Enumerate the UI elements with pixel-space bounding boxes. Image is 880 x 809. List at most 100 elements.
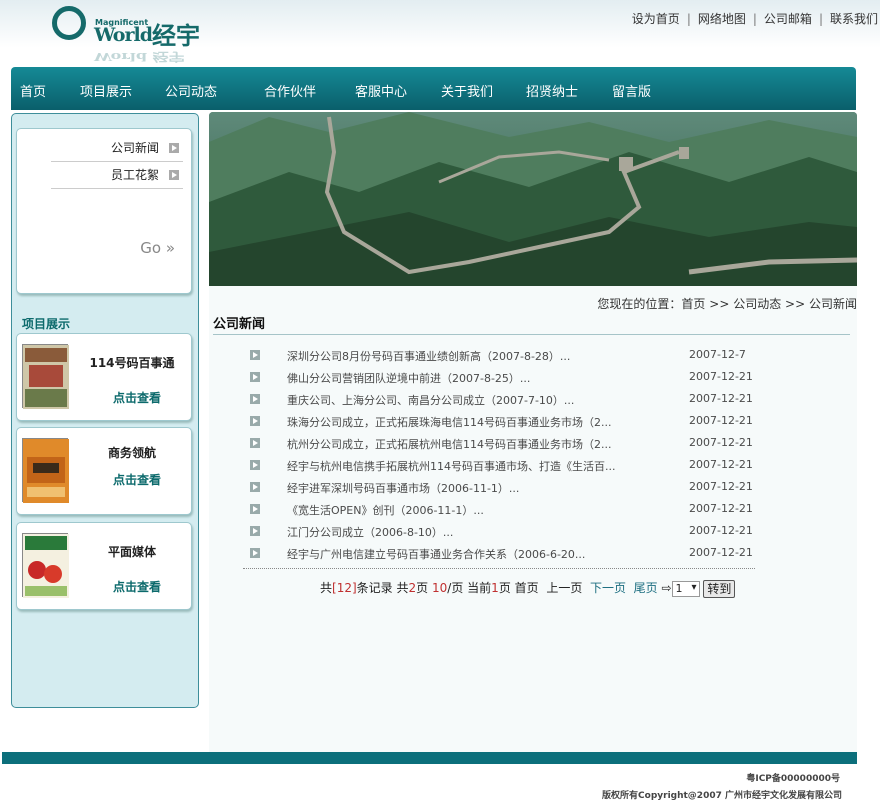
pager-text: 共 bbox=[396, 581, 409, 595]
arrow-right-icon bbox=[250, 350, 260, 360]
logo[interactable]: Magnificent World 经宇 World 经宇 bbox=[48, 4, 208, 66]
toplink-separator: | bbox=[818, 12, 823, 26]
news-date: 2007-12-7 bbox=[689, 348, 746, 361]
nav-partners[interactable]: 合作伙伴 bbox=[264, 81, 316, 100]
main-nav: 首页 项目展示 公司动态 合作伙伴 客服中心 关于我们 招贤纳士 留言版 bbox=[11, 67, 856, 110]
arrow-right-icon bbox=[250, 526, 260, 536]
news-title-link[interactable]: 珠海分公司成立，正式拓展珠海电信114号码百事通业务市场（2... bbox=[287, 414, 611, 430]
news-item[interactable]: 深圳分公司8月份号码百事通业绩创新高（2007-8-28）... 2007-12-… bbox=[250, 345, 750, 367]
project-thumbnail[interactable] bbox=[22, 533, 69, 598]
news-item[interactable]: 重庆公司、上海分公司、南昌分公司成立（2007-7-10）... 2007-12-… bbox=[250, 389, 753, 411]
breadcrumb-current: 公司新闻 bbox=[808, 297, 857, 311]
arrow-right-icon bbox=[250, 548, 260, 558]
project-thumbnail[interactable] bbox=[22, 344, 69, 409]
subnav-item-staff[interactable]: 员工花絮 bbox=[51, 162, 183, 189]
project-card-business: 商务领航 点击查看 bbox=[16, 427, 192, 515]
arrow-right-icon bbox=[250, 482, 260, 492]
sidebar-section-title: 项目展示 bbox=[22, 317, 71, 331]
nav-projects[interactable]: 项目展示 bbox=[80, 81, 132, 100]
arrow-right-icon bbox=[250, 460, 260, 470]
news-item[interactable]: 杭州分公司成立，正式拓展杭州电信114号码百事通业务市场（2... 2007-12… bbox=[250, 433, 753, 455]
nav-service-center[interactable]: 客服中心 bbox=[355, 81, 407, 100]
page-select-value: 1 bbox=[675, 581, 683, 595]
banner-great-wall-image bbox=[209, 112, 857, 286]
arrow-right-icon bbox=[250, 438, 260, 448]
logo-chinese-text: 经宇 bbox=[152, 21, 200, 50]
breadcrumb-prefix: 您现在的位置： bbox=[597, 297, 682, 311]
go-link[interactable]: Go » bbox=[140, 239, 175, 257]
toplink-sitemap[interactable]: 网络地图 bbox=[698, 12, 746, 26]
news-item[interactable]: 经宇与广州电信建立号码百事通业务合作关系（2006-6-20... 2007-12… bbox=[250, 543, 753, 565]
logo-globe-icon bbox=[52, 6, 86, 40]
arrow-right-icon bbox=[169, 170, 179, 180]
toplink-separator: | bbox=[686, 12, 691, 26]
news-date: 2007-12-21 bbox=[689, 524, 753, 537]
title-divider bbox=[213, 334, 850, 335]
toplink-set-homepage[interactable]: 设为首页 bbox=[632, 12, 680, 26]
pager-text: 条记录 bbox=[356, 581, 393, 595]
pager-next[interactable]: 下一页 bbox=[590, 581, 626, 595]
project-card-114: 114号码百事通 点击查看 bbox=[16, 333, 192, 421]
news-item[interactable]: 《宽生活OPEN》创刊（2006-11-1）... 2007-12-21 bbox=[250, 499, 753, 521]
arrow-right-icon bbox=[250, 416, 260, 426]
header: Magnificent World 经宇 World 经宇 设为首页 | 网络地图 |… bbox=[0, 0, 880, 68]
logo-world-text: World bbox=[94, 24, 153, 46]
nav-guestbook[interactable]: 留言版 bbox=[612, 81, 651, 100]
pager-prev[interactable]: 上一页 bbox=[546, 581, 582, 595]
news-date: 2007-12-21 bbox=[689, 502, 753, 515]
arrow-right-icon bbox=[250, 394, 260, 404]
view-details-link[interactable]: 点击查看 bbox=[77, 389, 197, 406]
nav-careers[interactable]: 招贤纳士 bbox=[526, 81, 578, 100]
toplink-contact-us[interactable]: 联系我们 bbox=[830, 12, 878, 26]
news-item[interactable]: 珠海分公司成立，正式拓展珠海电信114号码百事通业务市场（2... 2007-12… bbox=[250, 411, 753, 433]
go-to-page-button[interactable]: 转到 bbox=[703, 579, 736, 598]
project-card-media: 平面媒体 点击查看 bbox=[16, 522, 192, 610]
news-date: 2007-12-21 bbox=[689, 392, 753, 405]
nav-about-us[interactable]: 关于我们 bbox=[441, 81, 493, 100]
top-links: 设为首页 | 网络地图 | 公司邮箱 | 联系我们 bbox=[632, 10, 878, 27]
view-details-link[interactable]: 点击查看 bbox=[77, 471, 197, 488]
pager-current: 1 bbox=[491, 581, 499, 595]
pager-text: 页 bbox=[416, 581, 429, 595]
subnav-item-company-news[interactable]: 公司新闻 bbox=[51, 135, 183, 162]
news-title-link[interactable]: 《宽生活OPEN》创刊（2006-11-1）... bbox=[287, 502, 484, 518]
news-title-link[interactable]: 杭州分公司成立，正式拓展杭州电信114号码百事通业务市场（2... bbox=[287, 436, 611, 452]
pager-first[interactable]: 首页 bbox=[515, 581, 539, 595]
news-item[interactable]: 江门分公司成立（2006-8-10）... 2007-12-21 bbox=[250, 521, 753, 543]
toplink-company-mail[interactable]: 公司邮箱 bbox=[764, 12, 812, 26]
breadcrumb-company-news[interactable]: 公司动态 bbox=[733, 297, 781, 311]
nav-home[interactable]: 首页 bbox=[20, 81, 46, 100]
news-title-link[interactable]: 经宇与杭州电信携手拓展杭州114号码百事通市场、打造《生活百... bbox=[287, 458, 615, 474]
project-card-title: 114号码百事通 bbox=[89, 356, 175, 370]
breadcrumb: 您现在的位置：首页 >> 公司动态 >> 公司新闻 bbox=[597, 295, 857, 312]
view-details-link[interactable]: 点击查看 bbox=[77, 578, 197, 595]
news-title-link[interactable]: 佛山分公司营销团队逆境中前进（2007-8-25）... bbox=[287, 370, 530, 386]
news-title-link[interactable]: 重庆公司、上海分公司、南昌分公司成立（2007-7-10）... bbox=[287, 392, 574, 408]
news-date: 2007-12-21 bbox=[689, 414, 753, 427]
news-item[interactable]: 经宇与杭州电信携手拓展杭州114号码百事通市场、打造《生活百... 2007-12… bbox=[250, 455, 753, 477]
arrow-right-icon bbox=[250, 504, 260, 514]
news-item[interactable]: 佛山分公司营销团队逆境中前进（2007-8-25）... 2007-12-21 bbox=[250, 367, 753, 389]
news-title-link[interactable]: 经宇进军深圳号码百事通市场（2006-11-1）... bbox=[287, 480, 519, 496]
icp-license: 粤ICP备00000000号 bbox=[746, 774, 840, 784]
pager-per-page: 10 bbox=[432, 581, 448, 595]
project-thumbnail[interactable] bbox=[22, 438, 69, 503]
sidebar: 公司新闻 员工花絮 Go » 项目展示 114号码百事通 点击查看 商务领航 点… bbox=[11, 113, 199, 708]
page-select[interactable]: 1 bbox=[671, 580, 700, 597]
news-item[interactable]: 经宇进军深圳号码百事通市场（2006-11-1）... 2007-12-21 bbox=[250, 477, 753, 499]
news-title-link[interactable]: 经宇与广州电信建立号码百事通业务合作关系（2006-6-20... bbox=[287, 546, 585, 562]
news-title-link[interactable]: 深圳分公司8月份号码百事通业绩创新高（2007-8-28）... bbox=[287, 348, 570, 364]
pager-last[interactable]: 尾页 bbox=[634, 581, 658, 595]
pager-page-count: 2 bbox=[408, 581, 417, 595]
pager-text: 共 bbox=[320, 581, 333, 595]
pager-text: 当前 bbox=[467, 581, 492, 595]
breadcrumb-separator: >> bbox=[709, 297, 730, 311]
pager-total: [12] bbox=[332, 581, 357, 595]
pointer-hand-icon: ⇨ bbox=[661, 581, 672, 595]
arrow-right-icon bbox=[250, 372, 260, 382]
breadcrumb-home[interactable]: 首页 bbox=[681, 297, 705, 311]
subnav-box: 公司新闻 员工花絮 Go » bbox=[16, 128, 192, 294]
nav-company-news[interactable]: 公司动态 bbox=[165, 81, 217, 100]
footer-bar bbox=[2, 752, 857, 764]
news-title-link[interactable]: 江门分公司成立（2006-8-10）... bbox=[287, 524, 453, 540]
